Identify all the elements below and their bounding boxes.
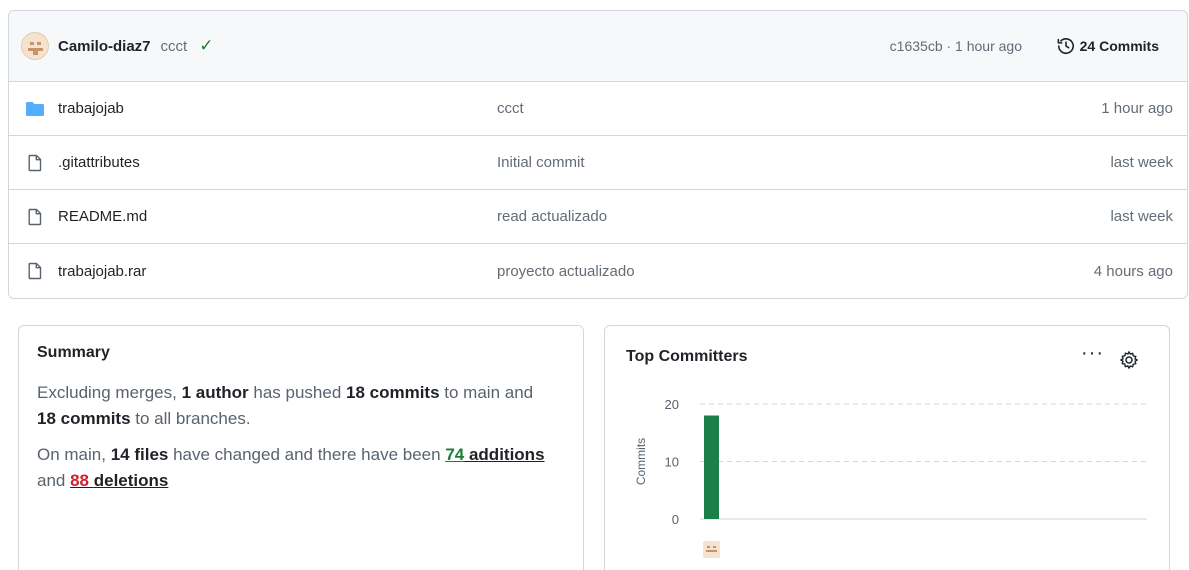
file-icon bbox=[28, 208, 42, 226]
file-icon bbox=[28, 154, 42, 172]
y-tick-label: 10 bbox=[665, 455, 679, 470]
committer-avatar-icon bbox=[703, 541, 720, 558]
top-committers-title: Top Committers bbox=[626, 348, 748, 365]
y-axis-label: Commits bbox=[634, 438, 648, 485]
all-branches-commit-count: 18 commits bbox=[37, 409, 131, 428]
file-name-link[interactable]: trabajojab bbox=[58, 100, 124, 117]
deletions-count: 88 bbox=[70, 471, 90, 490]
avatar-mouth bbox=[706, 550, 717, 552]
text: Excluding merges, bbox=[37, 383, 182, 402]
y-tick-label: 0 bbox=[672, 512, 679, 527]
avatar-eye bbox=[707, 546, 710, 548]
avatar[interactable] bbox=[21, 32, 49, 60]
text: have changed and there have been bbox=[168, 445, 446, 464]
additions-count: 74 bbox=[445, 445, 465, 464]
latest-commit-bar: Camilo-diaz7 ccct ✓ c1635cb · 1 hour ago… bbox=[9, 11, 1187, 82]
main-commit-count: 18 commits bbox=[346, 383, 440, 402]
text: to main and bbox=[439, 383, 534, 402]
file-commit-link[interactable]: read actualizado bbox=[497, 208, 607, 225]
file-commit-link[interactable]: ccct bbox=[497, 100, 524, 117]
commit-bar bbox=[704, 415, 719, 519]
more-options-button[interactable]: ··· bbox=[1081, 343, 1104, 363]
deletions-word: deletions bbox=[93, 471, 169, 490]
text: and bbox=[37, 471, 71, 490]
top-committers-card: Top Committers ··· 0 10 20 Commits bbox=[604, 325, 1170, 570]
file-row[interactable]: trabajojab ccct 1 hour ago bbox=[9, 82, 1187, 136]
file-name-link[interactable]: .gitattributes bbox=[58, 154, 140, 171]
folder-icon bbox=[26, 102, 44, 116]
deletions-link[interactable]: 88 deletions bbox=[70, 471, 168, 490]
file-icon bbox=[28, 262, 42, 280]
file-time: 1 hour ago bbox=[1101, 100, 1173, 117]
text: On main, bbox=[37, 445, 111, 464]
file-browser: Camilo-diaz7 ccct ✓ c1635cb · 1 hour ago… bbox=[8, 10, 1188, 299]
files-changed-count: 14 files bbox=[110, 445, 169, 464]
file-commit-link[interactable]: proyecto actualizado bbox=[497, 263, 635, 280]
summary-title: Summary bbox=[37, 344, 110, 361]
history-icon bbox=[1057, 38, 1074, 55]
summary-changes-text: On main, 14 files have changed and there… bbox=[37, 442, 552, 494]
text: has pushed bbox=[248, 383, 346, 402]
commits-count: 24 Commits bbox=[1079, 38, 1159, 54]
check-icon[interactable]: ✓ bbox=[199, 36, 213, 56]
file-row[interactable]: trabajojab.rar proyecto actualizado 4 ho… bbox=[9, 244, 1187, 298]
author-count: 1 author bbox=[181, 383, 249, 402]
y-tick-label: 20 bbox=[665, 397, 679, 412]
file-name-link[interactable]: README.md bbox=[58, 208, 147, 225]
commit-hash-time[interactable]: c1635cb · 1 hour ago bbox=[890, 38, 1022, 54]
file-commit-link[interactable]: Initial commit bbox=[497, 154, 585, 171]
file-time: last week bbox=[1110, 154, 1173, 171]
commit-author-link[interactable]: Camilo-diaz7 bbox=[58, 38, 151, 55]
avatar-eye bbox=[713, 546, 716, 548]
commits-history-link[interactable]: 24 Commits bbox=[1057, 37, 1159, 55]
file-time: 4 hours ago bbox=[1093, 262, 1173, 280]
file-row[interactable]: README.md read actualizado last week bbox=[9, 190, 1187, 244]
gear-icon[interactable] bbox=[1119, 350, 1139, 370]
file-time: last week bbox=[1110, 208, 1173, 225]
additions-link[interactable]: 74 additions bbox=[445, 445, 544, 464]
file-name-link[interactable]: trabajojab.rar bbox=[58, 263, 146, 280]
committers-bar-chart: 0 10 20 Commits bbox=[634, 397, 1147, 558]
text: to all branches. bbox=[130, 409, 251, 428]
commit-message-link[interactable]: ccct bbox=[161, 38, 188, 55]
additions-word: additions bbox=[468, 445, 545, 464]
summary-card: Summary Excluding merges, 1 author has p… bbox=[18, 325, 584, 570]
summary-authors-text: Excluding merges, 1 author has pushed 18… bbox=[37, 380, 552, 432]
file-row[interactable]: .gitattributes Initial commit last week bbox=[9, 136, 1187, 190]
